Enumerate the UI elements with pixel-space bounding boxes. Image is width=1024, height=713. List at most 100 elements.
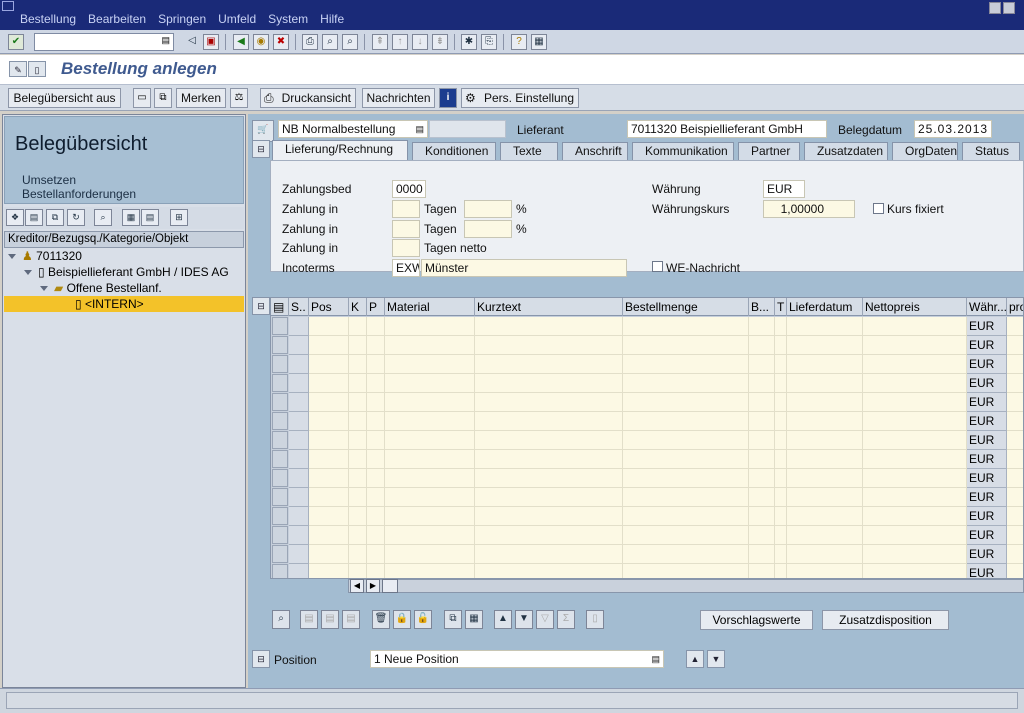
percent-1-field[interactable] xyxy=(464,200,512,218)
table-cell-b[interactable] xyxy=(749,469,775,488)
table-cell-t[interactable] xyxy=(775,374,787,393)
table-cell-mat[interactable] xyxy=(385,507,475,526)
tab-orgdaten[interactable]: OrgDaten xyxy=(892,142,958,160)
scroll-left-icon[interactable]: ◀ xyxy=(350,579,364,593)
table-cell-netto[interactable] xyxy=(863,374,967,393)
table-cell-p[interactable] xyxy=(367,431,385,450)
table-cell-p[interactable] xyxy=(367,450,385,469)
table-cell-s[interactable] xyxy=(289,393,309,412)
table-cell-netto[interactable] xyxy=(863,507,967,526)
table-cell-t[interactable] xyxy=(775,526,787,545)
table-cell-b[interactable] xyxy=(749,507,775,526)
table-row[interactable]: EUR xyxy=(271,526,1023,545)
table-cell-k[interactable] xyxy=(349,450,367,469)
table-cell-mat[interactable] xyxy=(385,374,475,393)
position-up-icon[interactable]: ▲ xyxy=(686,650,704,668)
table-cell-mat[interactable] xyxy=(385,488,475,507)
table-cell-s[interactable] xyxy=(289,545,309,564)
table-cell-p[interactable] xyxy=(367,374,385,393)
filter-icon[interactable]: ▤ xyxy=(141,209,159,226)
row-selector[interactable] xyxy=(272,317,288,335)
column-header[interactable]: Kurztext xyxy=(475,298,623,316)
gr-message-checkbox[interactable] xyxy=(652,261,663,272)
table-cell-p[interactable] xyxy=(367,336,385,355)
table-cell-kurz[interactable] xyxy=(475,526,623,545)
row-selector[interactable] xyxy=(272,545,288,563)
tab-lieferung-rechnung[interactable]: Lieferung/Rechnung xyxy=(272,140,408,161)
table-cell-t[interactable] xyxy=(775,431,787,450)
table-cell-pro[interactable] xyxy=(1007,564,1023,578)
table-cell-menge[interactable] xyxy=(623,450,749,469)
table-cell-netto[interactable] xyxy=(863,450,967,469)
days-net-field[interactable] xyxy=(392,239,420,257)
copy-item-icon[interactable]: ⧉ xyxy=(444,610,462,629)
info-icon[interactable]: i xyxy=(439,88,457,108)
menu-hilfe[interactable]: Hilfe xyxy=(320,12,344,26)
table-cell-pos[interactable] xyxy=(309,431,349,450)
table-row[interactable]: EUR xyxy=(271,431,1023,450)
table-cell-b[interactable] xyxy=(749,488,775,507)
personal-settings-button[interactable]: ⚙ Pers. Einstellung xyxy=(461,88,579,108)
table-cell-netto[interactable] xyxy=(863,526,967,545)
position-select[interactable]: 1 Neue Position ▤ xyxy=(370,650,664,668)
row-selector[interactable] xyxy=(272,355,288,373)
table-cell-menge[interactable] xyxy=(623,393,749,412)
column-header[interactable]: Material xyxy=(385,298,475,316)
table-cell-k[interactable] xyxy=(349,564,367,578)
hierarchy-icon[interactable]: ⊞ xyxy=(170,209,188,226)
selection-variant-icon[interactable]: ❖ xyxy=(6,209,24,226)
currency-field[interactable]: EUR xyxy=(763,180,805,198)
table-cell-pro[interactable] xyxy=(1007,488,1023,507)
table-cell-t[interactable] xyxy=(775,564,787,578)
expand-icon[interactable] xyxy=(8,254,16,260)
table-cell-netto[interactable] xyxy=(863,317,967,336)
row-selector[interactable] xyxy=(272,412,288,430)
table-cell-t[interactable] xyxy=(775,336,787,355)
column-header[interactable]: Währ... xyxy=(967,298,1007,316)
column-header[interactable]: Bestellmenge xyxy=(623,298,749,316)
table-cell-menge[interactable] xyxy=(623,355,749,374)
table-cell-netto[interactable] xyxy=(863,412,967,431)
table-cell-s[interactable] xyxy=(289,450,309,469)
table-cell-pos[interactable] xyxy=(309,545,349,564)
exit-icon[interactable]: ◉ xyxy=(253,34,269,50)
table-cell-menge[interactable] xyxy=(623,374,749,393)
position-icon[interactable]: ⊟ xyxy=(252,650,270,668)
table-cell-netto[interactable] xyxy=(863,564,967,578)
table-cell-lief[interactable] xyxy=(787,469,863,488)
table-cell-s[interactable] xyxy=(289,469,309,488)
table-cell-pro[interactable] xyxy=(1007,374,1023,393)
table-cell-b[interactable] xyxy=(749,450,775,469)
find-tree-icon[interactable]: ⌕ xyxy=(94,209,112,226)
grid-layout-icon[interactable]: ▦ xyxy=(122,209,140,226)
table-cell-s[interactable] xyxy=(289,317,309,336)
table-cell-lief[interactable] xyxy=(787,545,863,564)
find-next-icon[interactable]: ⌕ xyxy=(342,34,358,50)
table-cell-b[interactable] xyxy=(749,526,775,545)
table-cell-t[interactable] xyxy=(775,450,787,469)
table-cell-k[interactable] xyxy=(349,431,367,450)
table-cell-lief[interactable] xyxy=(787,317,863,336)
copy-icon[interactable]: ⧉ xyxy=(46,209,64,226)
table-cell-kurz[interactable] xyxy=(475,317,623,336)
messages-button[interactable]: Nachrichten xyxy=(362,88,435,108)
horizontal-scrollbar[interactable]: ◀ ▶ xyxy=(348,579,1024,593)
menu-bearbeiten[interactable]: Bearbeiten xyxy=(88,12,146,26)
table-cell-k[interactable] xyxy=(349,393,367,412)
column-header[interactable]: pro xyxy=(1007,298,1023,316)
default-values-button[interactable]: Vorschlagswerte xyxy=(700,610,813,630)
hold-button[interactable]: Merken xyxy=(176,88,226,108)
table-cell-pro[interactable] xyxy=(1007,469,1023,488)
position-down-icon[interactable]: ▼ xyxy=(707,650,725,668)
table-cell-k[interactable] xyxy=(349,545,367,564)
print-preview-button[interactable]: ⎙ Druckansicht xyxy=(260,88,356,108)
table-cell-p[interactable] xyxy=(367,469,385,488)
table-cell-menge[interactable] xyxy=(623,564,749,578)
table-cell-pos[interactable] xyxy=(309,317,349,336)
table-cell-lief[interactable] xyxy=(787,431,863,450)
table-cell-pos[interactable] xyxy=(309,336,349,355)
table-cell-s[interactable] xyxy=(289,336,309,355)
save-icon[interactable]: ▣ xyxy=(203,34,219,50)
table-cell-k[interactable] xyxy=(349,507,367,526)
table-row[interactable]: EUR xyxy=(271,545,1023,564)
